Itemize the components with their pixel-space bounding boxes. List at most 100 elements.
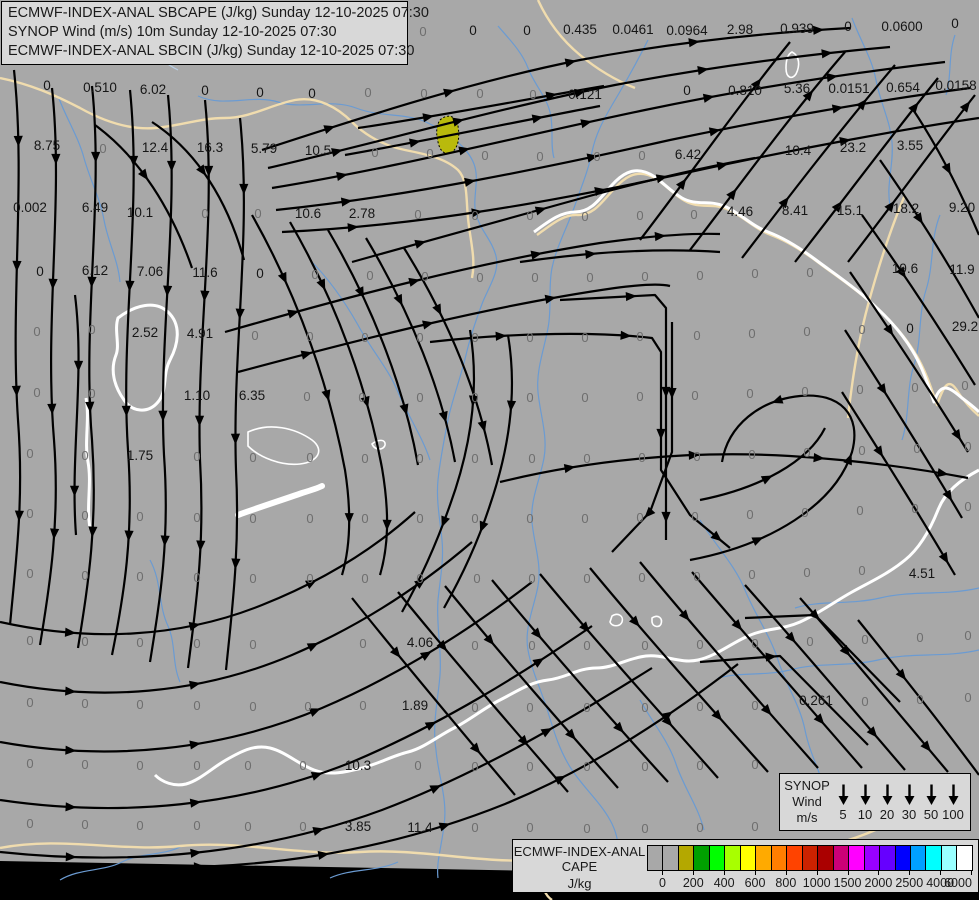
cin-value-label: 0 — [469, 23, 477, 38]
wind-speed-item: 20 — [876, 783, 898, 822]
cape-zero-label: 0 — [299, 758, 306, 773]
cin-value-label: 2.98 — [727, 22, 753, 37]
cape-swatch — [725, 846, 741, 870]
cape-zero-label: 0 — [801, 384, 808, 399]
cape-tick-mark — [971, 870, 972, 875]
cin-value-label: 0.002 — [13, 200, 47, 215]
cape-zero-label: 0 — [526, 511, 533, 526]
cape-zero-label: 0 — [481, 148, 488, 163]
cin-value-label: 0 — [308, 86, 316, 101]
cin-value-label: 4.06 — [407, 635, 433, 650]
cape-zero-label: 0 — [33, 385, 40, 400]
cape-zero-label: 0 — [581, 511, 588, 526]
cape-zero-label: 0 — [911, 380, 918, 395]
down-arrow-icon — [860, 784, 870, 805]
cin-value-label: 0.0461 — [612, 22, 653, 37]
cin-value-label: 0 — [523, 23, 531, 38]
cape-zero-label: 0 — [916, 630, 923, 645]
cape-tick-label: 200 — [682, 876, 704, 890]
cape-zero-label: 0 — [641, 700, 648, 715]
cape-zero-label: 0 — [421, 269, 428, 284]
cape-legend-model: ECMWF-INDEX-ANAL — [513, 844, 646, 859]
cape-zero-label: 0 — [471, 330, 478, 345]
cape-zero-label: 0 — [471, 451, 478, 466]
cin-value-label: 5.36 — [784, 81, 810, 96]
cape-zero-label: 0 — [81, 757, 88, 772]
cape-zero-label: 0 — [371, 145, 378, 160]
cin-value-label: 0 — [256, 85, 264, 100]
cin-value-label: 0.0600 — [881, 19, 922, 34]
cape-zero-label: 0 — [136, 758, 143, 773]
down-arrow-icon — [948, 784, 958, 805]
cape-zero-label: 0 — [361, 511, 368, 526]
cape-zero-label: 0 — [536, 149, 543, 164]
cape-zero-label: 0 — [81, 448, 88, 463]
cape-zero-label: 0 — [244, 819, 251, 834]
cape-zero-label: 0 — [581, 390, 588, 405]
cape-zero-label: 0 — [473, 571, 480, 586]
cape-swatch — [880, 846, 896, 870]
cape-tick-label: 2000 — [864, 876, 893, 890]
cape-tick-mark — [755, 870, 756, 875]
cape-zero-label: 0 — [746, 507, 753, 522]
cape-tick-mark — [816, 870, 818, 875]
cape-zero-label: 0 — [26, 756, 33, 771]
cape-zero-label: 0 — [420, 86, 427, 101]
cin-value-label: 0.510 — [83, 80, 117, 95]
cape-zero-label: 0 — [961, 378, 968, 393]
cin-value-label: 3.85 — [345, 819, 371, 834]
cape-zero-label: 0 — [583, 700, 590, 715]
cape-zero-label: 0 — [964, 628, 971, 643]
cape-swatch — [957, 846, 972, 870]
cin-value-label: 1.75 — [127, 448, 153, 463]
cape-zero-label: 0 — [858, 443, 865, 458]
cape-zero-label: 0 — [916, 692, 923, 707]
cape-legend-labels: ECMWF-INDEX-ANAL CAPE J/kg — [513, 840, 646, 892]
wind-legend-subtitle: Wind — [792, 794, 822, 809]
cape-zero-label: 0 — [583, 571, 590, 586]
cape-swatch — [648, 846, 664, 870]
cape-zero-label: 0 — [136, 635, 143, 650]
cape-zero-label: 0 — [803, 324, 810, 339]
cape-zero-label: 0 — [416, 330, 423, 345]
cape-zero-label: 0 — [361, 571, 368, 586]
cape-zero-label: 0 — [861, 632, 868, 647]
cape-zero-label: 0 — [751, 819, 758, 834]
cape-zero-label: 0 — [26, 695, 33, 710]
cape-zero-label: 0 — [531, 270, 538, 285]
wind-legend-labels: SYNOP Wind m/s — [784, 778, 830, 826]
cape-zero-label: 0 — [528, 451, 535, 466]
cape-zero-label: 0 — [359, 636, 366, 651]
cape-zero-label: 0 — [641, 638, 648, 653]
cape-zero-label: 0 — [311, 267, 318, 282]
cin-value-label: 0 — [256, 266, 264, 281]
cin-value-label: 0 — [906, 321, 914, 336]
cape-zero-label: 0 — [88, 322, 95, 337]
title-line-sbcin: ECMWF-INDEX-ANAL SBCIN (J/kg) Sunday 12-… — [8, 43, 415, 59]
cape-zero-label: 0 — [696, 758, 703, 773]
cape-zero-label: 0 — [193, 570, 200, 585]
cape-zero-label: 0 — [249, 450, 256, 465]
cape-zero-label: 0 — [306, 511, 313, 526]
cape-tick-label: 6000 — [944, 876, 972, 890]
cape-swatch — [910, 846, 927, 870]
cape-zero-label: 0 — [638, 148, 645, 163]
cape-zero-label: 0 — [586, 270, 593, 285]
cape-zero-label: 0 — [136, 697, 143, 712]
cape-zero-label: 0 — [583, 821, 590, 836]
cape-zero-label: 0 — [81, 696, 88, 711]
cape-tick-mark — [662, 870, 664, 875]
cape-colorbar — [647, 845, 973, 871]
cape-tick-label: 2500 — [895, 876, 924, 890]
cape-zero-label: 0 — [696, 268, 703, 283]
cape-zero-label: 0 — [964, 439, 971, 454]
cape-swatch — [926, 846, 942, 870]
cin-value-label: 10.4 — [785, 143, 812, 158]
cape-zero-label: 0 — [801, 505, 808, 520]
cape-colorbar-area: 0 200 400 600 800 1000 1500 2000 2500 4000 6000 — [646, 840, 978, 892]
cape-zero-label: 0 — [806, 634, 813, 649]
cape-zero-label: 0 — [641, 821, 648, 836]
streamline-map: 0 0 0.435 0.0461 0.0964 2.98 0.939 0 0.0600 0 0 0.5… — [0, 0, 979, 900]
title-line-sbcape: ECMWF-INDEX-ANAL SBCAPE (J/kg) Sunday 12… — [8, 5, 429, 21]
cape-zero-label: 0 — [696, 699, 703, 714]
